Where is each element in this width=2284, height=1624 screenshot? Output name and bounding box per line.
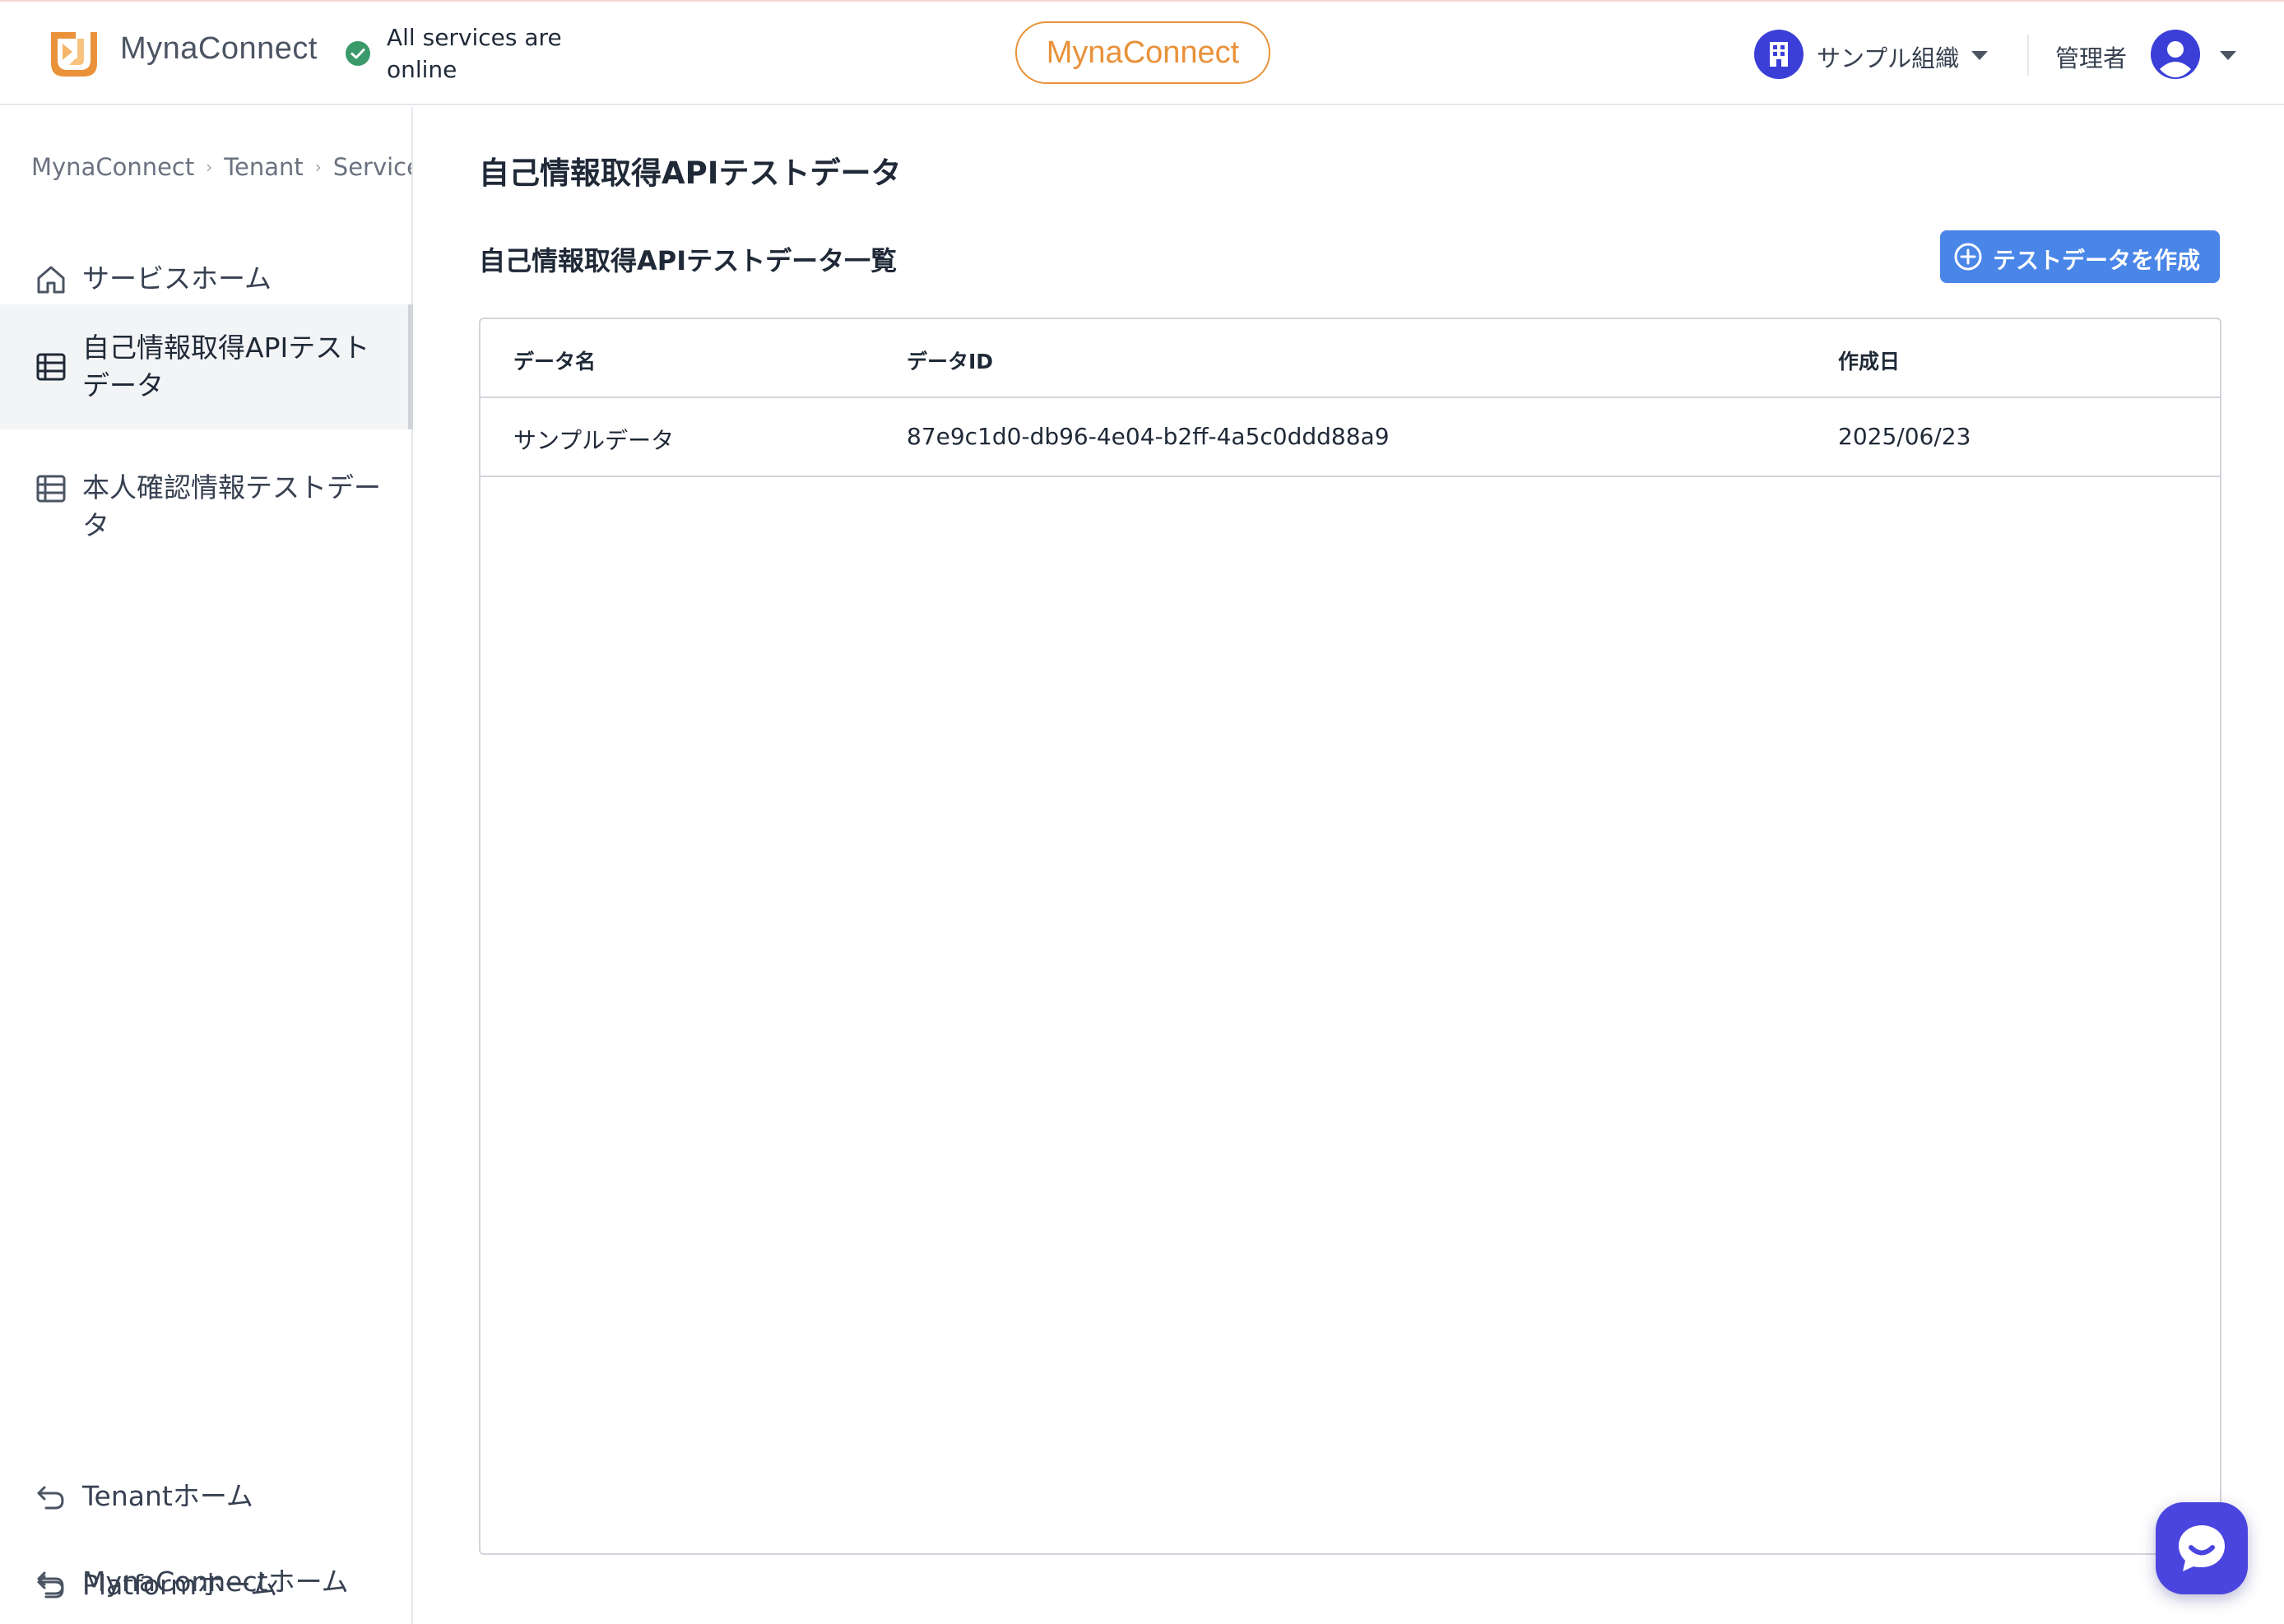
chevron-right-icon: › [206, 157, 213, 177]
center-brand-button[interactable]: MynaConnect [1015, 21, 1270, 84]
sidebar-item-self-info-api-test-data[interactable]: 自己情報取得APIテストデータ [0, 304, 413, 429]
sidebar-item-label: サービスホーム [82, 262, 272, 295]
return-icon [35, 1481, 67, 1514]
app-header: MynaConnect All services are online Myna… [0, 2, 2284, 105]
breadcrumb-item[interactable]: Tenant [224, 153, 304, 181]
chat-icon[interactable] [2156, 1502, 2248, 1594]
home-icon [35, 263, 67, 296]
test-data-table: データ名 データID 作成日 サンプルデータ 87e9c1d0-db96-4e0… [479, 318, 2221, 1555]
cell-created-date: 2025/06/23 [1838, 423, 1971, 450]
sidebar-item-platform-home[interactable]: Platformホーム [0, 1553, 411, 1619]
section-title: 自己情報取得APIテストデータ一覧 [479, 245, 898, 276]
return-icon [35, 1570, 67, 1603]
create-test-data-button[interactable]: テストデータを作成 [1940, 230, 2220, 283]
breadcrumb-item[interactable]: MynaConnect [31, 153, 194, 181]
app-logo-icon[interactable] [48, 27, 100, 80]
user-menu-chevron-down-icon[interactable] [2220, 51, 2236, 60]
app-title[interactable]: MynaConnect [120, 31, 318, 67]
sidebar-item-label: Platformホーム [82, 1569, 278, 1601]
avatar[interactable] [2151, 30, 2200, 79]
page-title: 自己情報取得APIテストデータ [479, 155, 902, 191]
breadcrumb-item[interactable]: Service [333, 153, 411, 181]
sidebar-item-identity-test-data[interactable]: 本人確認情報テストデータ [0, 439, 411, 541]
plus-circle-icon [1953, 242, 1983, 271]
service-status-text: All services are online [387, 24, 562, 83]
table-icon [35, 350, 67, 383]
chevron-down-icon[interactable] [1971, 51, 1988, 60]
table-header: データ名 データID 作成日 [480, 319, 2220, 398]
cell-data-id[interactable]: 87e9c1d0-db96-4e04-b2ff-4a5c0ddd88a9 [907, 423, 1390, 450]
sidebar: MynaConnect › Tenant › Service サービスホーム 自己情報取… [0, 107, 413, 1624]
building-icon[interactable] [1754, 30, 1804, 79]
user-role-label: 管理者 [2055, 44, 2128, 72]
sidebar-item-label: Tenantホーム [82, 1480, 253, 1512]
breadcrumb: MynaConnect › Tenant › Service [31, 153, 411, 181]
cell-data-name[interactable]: サンプルデータ [513, 423, 674, 456]
column-header-created[interactable]: 作成日 [1838, 346, 1900, 375]
sidebar-item-tenant-home[interactable]: Tenantホーム [0, 1464, 411, 1530]
sidebar-item-label: 本人確認情報テストデータ [82, 471, 381, 541]
check-circle-icon [344, 39, 372, 67]
header-divider [2027, 35, 2029, 76]
table-icon [35, 472, 67, 505]
chevron-right-icon: › [314, 157, 322, 177]
organization-selector[interactable]: サンプル組織 [1817, 39, 1959, 74]
sidebar-item-label: 自己情報取得APIテストデータ [82, 332, 370, 401]
active-indicator [408, 304, 413, 429]
column-header-name[interactable]: データ名 [513, 346, 596, 375]
create-button-label: テストデータを作成 [1993, 248, 2201, 273]
table-row[interactable]: サンプルデータ 87e9c1d0-db96-4e04-b2ff-4a5c0ddd… [480, 398, 2220, 477]
column-header-id[interactable]: データID [907, 346, 993, 375]
